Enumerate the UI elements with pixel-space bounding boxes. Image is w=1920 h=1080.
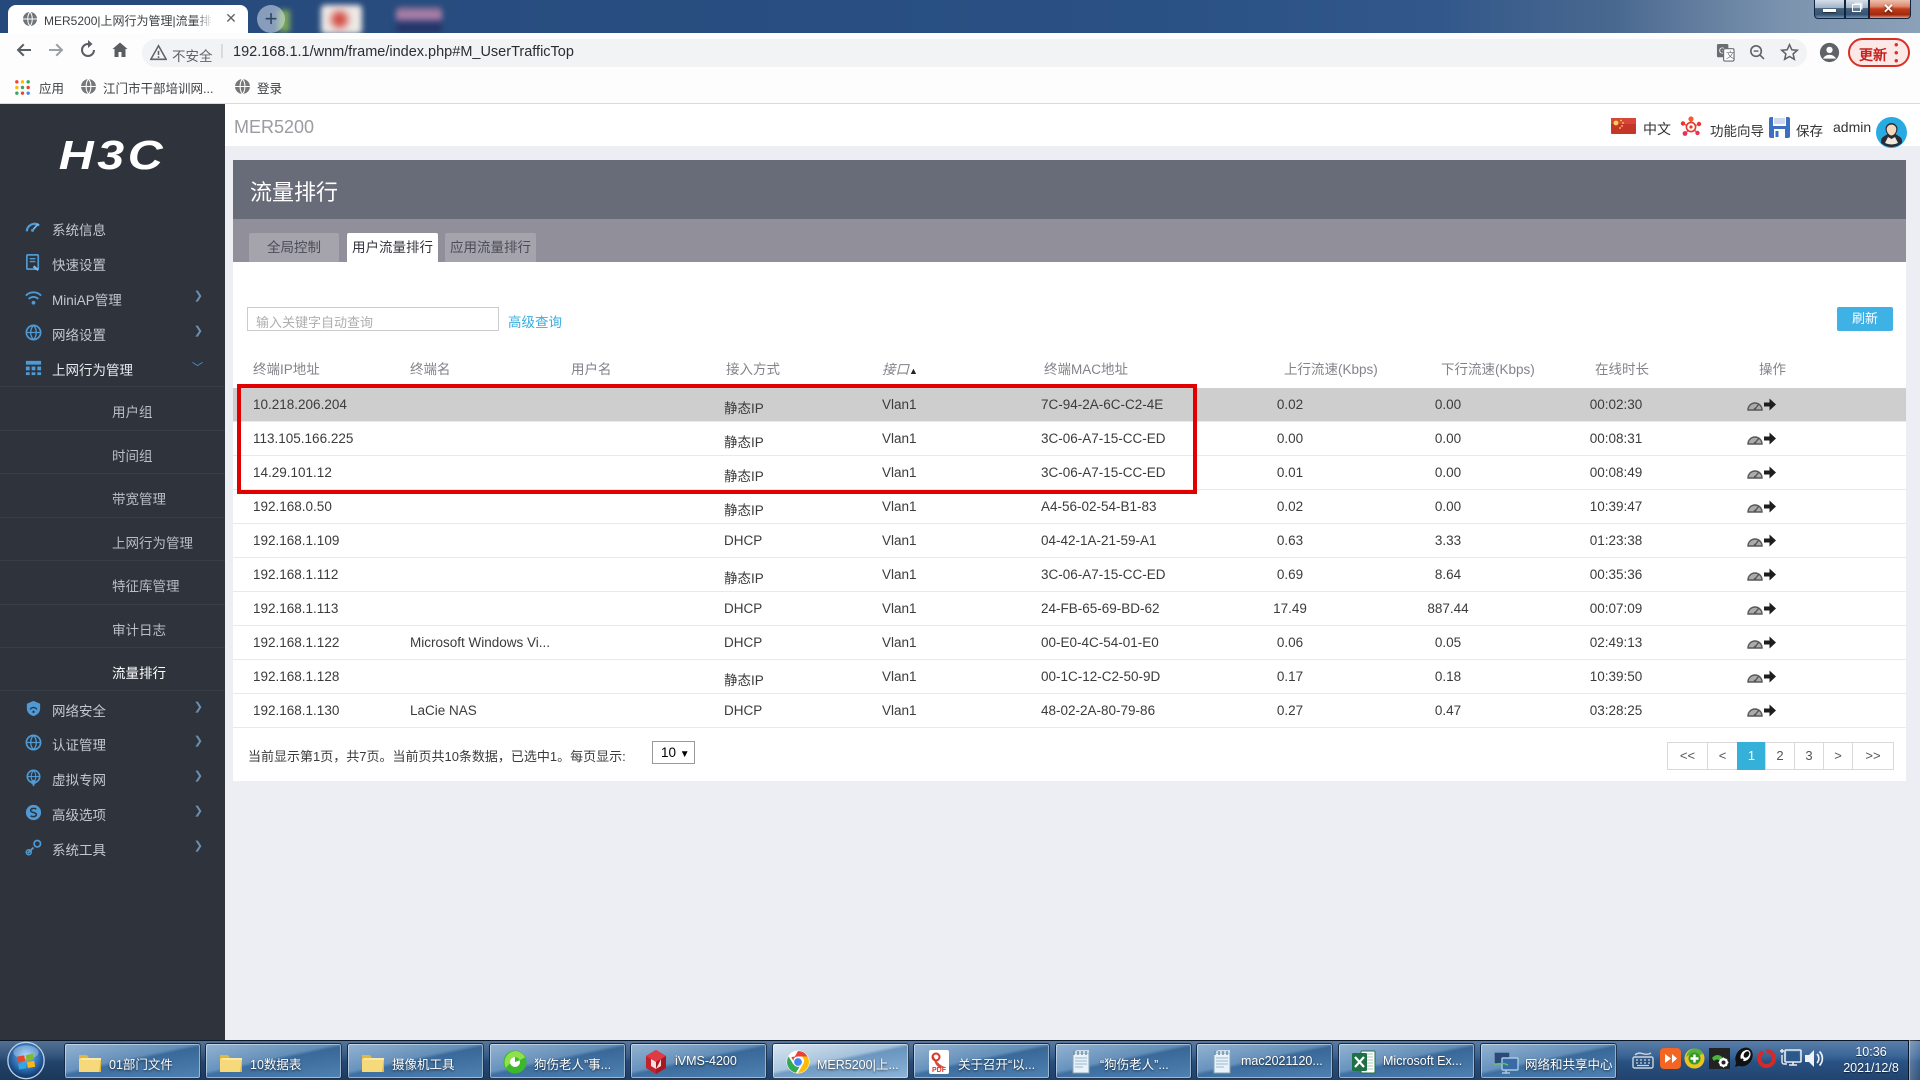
svg-text:PDF: PDF — [932, 1067, 947, 1074]
svg-text:文: 文 — [1726, 49, 1735, 60]
